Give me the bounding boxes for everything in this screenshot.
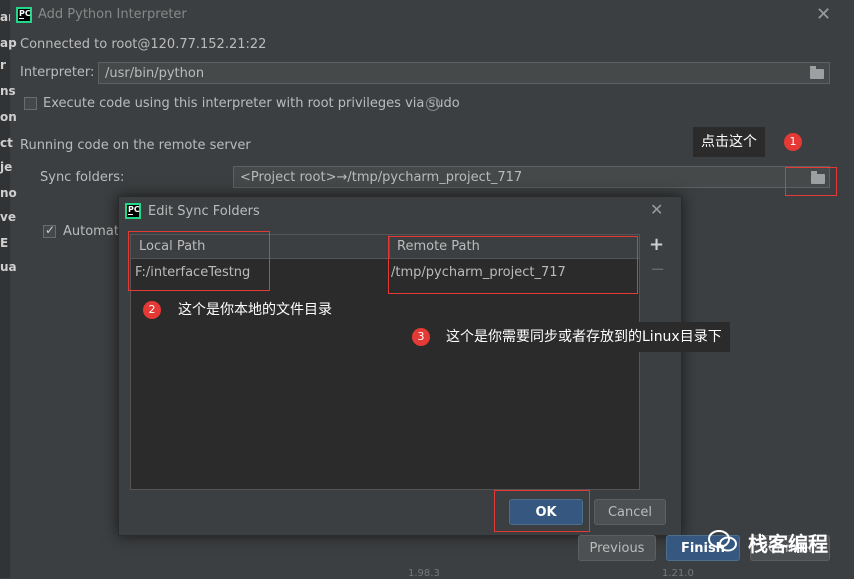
add-icon[interactable]: + bbox=[649, 234, 664, 255]
callout-text: 这个是你本地的文件目录 bbox=[170, 295, 340, 325]
pycharm-icon: PC bbox=[125, 203, 141, 219]
status-text: 1.98.3 bbox=[408, 568, 440, 579]
highlight-box bbox=[128, 231, 270, 291]
strip-text: ct bbox=[0, 136, 13, 150]
strip-text: ua bbox=[0, 260, 17, 274]
strip-text: no bbox=[0, 186, 17, 200]
remote-section-title: Running code on the remote server bbox=[20, 138, 251, 153]
callout-text: 这个是你需要同步或者存放到的Linux目录下 bbox=[438, 322, 730, 352]
pycharm-icon: PC bbox=[16, 7, 32, 23]
strip-text: ns bbox=[0, 84, 16, 98]
previous-button[interactable]: Previous bbox=[578, 535, 656, 561]
sync-folders-label: Sync folders: bbox=[40, 170, 125, 185]
strip-text: ve bbox=[0, 210, 16, 224]
close-icon[interactable]: ✕ bbox=[650, 200, 663, 219]
sudo-checkbox[interactable] bbox=[24, 97, 37, 110]
callout-badge: 3 bbox=[412, 328, 430, 346]
callout-text: 点击这个 bbox=[693, 127, 765, 157]
highlight-box bbox=[388, 236, 638, 294]
sync-folders-field[interactable]: <Project root>→/tmp/pycharm_project_717 bbox=[233, 166, 830, 188]
folder-icon[interactable] bbox=[810, 66, 824, 79]
highlight-box bbox=[494, 490, 590, 532]
strip-text: je bbox=[0, 160, 13, 174]
background-window-strip: ar ap r ns on ct je no ve E ua bbox=[0, 0, 17, 578]
strip-text: E bbox=[0, 236, 9, 250]
status-text: 1.21.0 bbox=[662, 568, 694, 579]
wechat-icon bbox=[708, 528, 738, 554]
watermark-text: 栈客编程 bbox=[748, 532, 828, 556]
dialog-title: Add Python Interpreter bbox=[38, 7, 187, 22]
strip-text: on bbox=[0, 110, 17, 124]
interpreter-field[interactable]: /usr/bin/python bbox=[98, 62, 830, 84]
sub-dialog-title: Edit Sync Folders bbox=[148, 204, 260, 219]
auto-upload-checkbox[interactable] bbox=[43, 223, 56, 238]
interpreter-label: Interpreter: bbox=[20, 65, 95, 80]
strip-text: r bbox=[0, 58, 6, 72]
callout-badge: 1 bbox=[784, 133, 802, 151]
help-icon[interactable]: ? bbox=[426, 97, 440, 111]
sudo-label: Execute code using this interpreter with… bbox=[43, 96, 460, 111]
strip-text: ap bbox=[0, 36, 17, 50]
cancel-button[interactable]: Cancel bbox=[594, 499, 666, 525]
highlight-box bbox=[785, 167, 837, 196]
remove-icon[interactable]: − bbox=[650, 259, 665, 280]
close-icon[interactable]: ✕ bbox=[816, 4, 831, 25]
callout-badge: 2 bbox=[143, 301, 161, 319]
connection-status: Connected to root@120.77.152.21:22 bbox=[20, 37, 267, 52]
